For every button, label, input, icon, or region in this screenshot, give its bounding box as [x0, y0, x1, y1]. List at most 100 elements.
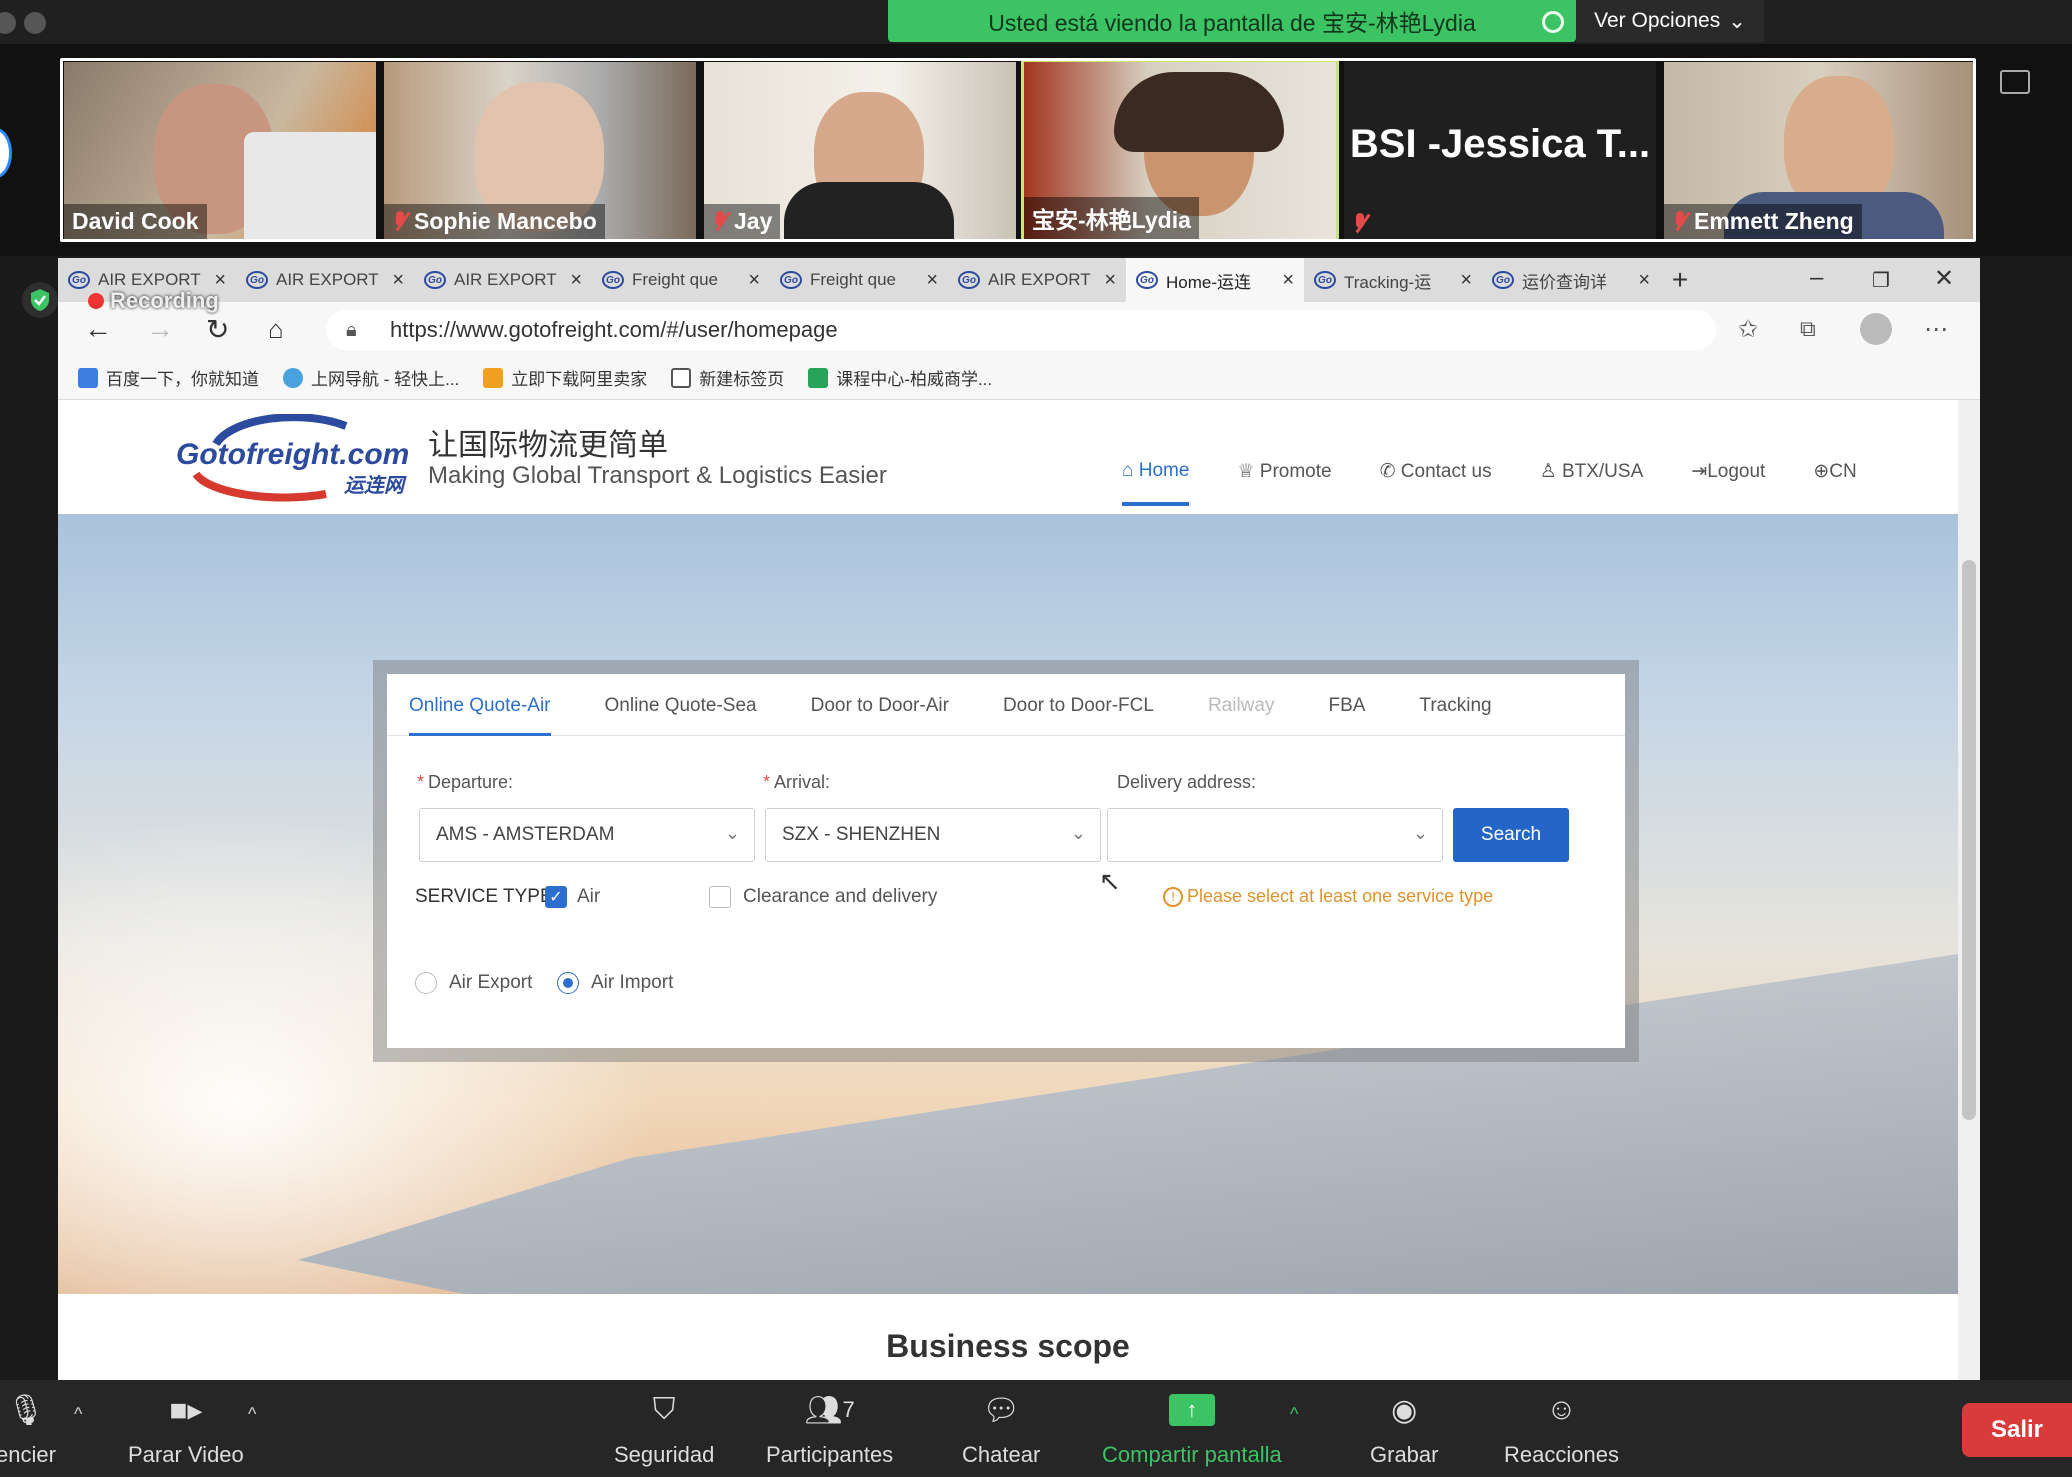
- close-icon[interactable]: ×: [1638, 269, 1650, 292]
- audio-options-caret-icon[interactable]: ^: [74, 1404, 82, 1425]
- browser-tab[interactable]: Go AIR EXPORT ×: [414, 258, 592, 302]
- reactions-button[interactable]: ☺ Reacciones: [1504, 1388, 1619, 1468]
- gotofreight-favicon-icon: Go: [1314, 271, 1336, 289]
- close-icon[interactable]: ×: [1460, 269, 1472, 292]
- favorites-list-icon[interactable]: ✩: [1738, 315, 1758, 344]
- strip-border: [60, 58, 1976, 242]
- audio-label: encier: [0, 1442, 56, 1467]
- back-arrow-icon[interactable]: ←: [84, 313, 112, 345]
- logout-icon: ⇥: [1691, 461, 1708, 482]
- security-shield-icon[interactable]: [22, 282, 58, 318]
- bookmark-item[interactable]: 百度一下，你就知道: [78, 365, 259, 390]
- nav-logout[interactable]: ⇥Logout: [1691, 460, 1765, 506]
- close-icon[interactable]: ×: [1104, 269, 1116, 292]
- baidu-paw-icon: [78, 367, 98, 388]
- chevron-down-icon: ⌄: [1728, 9, 1746, 33]
- new-tab-plus-icon[interactable]: +: [1660, 258, 1700, 302]
- home-icon[interactable]: ⌂: [268, 314, 284, 345]
- bookmark-label: 课程中心-柏威商学...: [836, 370, 993, 389]
- layout-toggle-icon[interactable]: [2000, 70, 2030, 94]
- browser-tab-active[interactable]: Go Home-运连 ×: [1126, 258, 1304, 302]
- browser-tab[interactable]: Go Freight que ×: [592, 258, 770, 302]
- browser-tab[interactable]: Go Freight que ×: [770, 258, 948, 302]
- close-icon[interactable]: ×: [748, 269, 760, 292]
- view-options-button[interactable]: Ver Opciones ⌄: [1576, 0, 1764, 42]
- browser-tab[interactable]: Go AIR EXPORT ×: [948, 258, 1126, 302]
- close-icon[interactable]: ×: [926, 269, 938, 292]
- bookmark-item[interactable]: 课程中心-柏威商学...: [808, 365, 992, 390]
- browser-tab[interactable]: Go 运价查询详 ×: [1482, 258, 1660, 302]
- record-button[interactable]: ◉ Grabar: [1370, 1388, 1438, 1468]
- tab-door-to-door-air[interactable]: Door to Door-Air: [811, 674, 949, 736]
- address-bar[interactable]: 🔒︎ https://www.gotofreight.com/#/user/ho…: [326, 310, 1716, 350]
- slogan-cn: 让国际物流更简单: [428, 429, 668, 462]
- nav-label: BTX/USA: [1561, 461, 1644, 482]
- forward-arrow-icon[interactable]: →: [146, 313, 174, 345]
- scrollbar-thumb[interactable]: [1962, 560, 1976, 1120]
- more-menu-icon[interactable]: ⋯: [1924, 315, 1948, 344]
- bookmark-item[interactable]: 上网导航 - 轻快上...: [283, 365, 459, 390]
- browser-window: Go AIR EXPORT × Go AIR EXPORT × Go AIR EXPORT…: [58, 258, 1980, 1380]
- nav-home[interactable]: ⌂ Home: [1122, 460, 1190, 506]
- delivery-address-label: Delivery address:: [1117, 772, 1257, 792]
- bookmark-item[interactable]: 新建标签页: [671, 365, 784, 390]
- security-button[interactable]: ⛉ Seguridad: [614, 1388, 714, 1468]
- close-icon[interactable]: ×: [570, 269, 582, 292]
- chat-button[interactable]: 💬︎ Chatear: [962, 1388, 1040, 1468]
- air-export-radio[interactable]: [415, 972, 437, 994]
- leave-button[interactable]: Salir: [1962, 1403, 2072, 1457]
- delivery-address-select[interactable]: ⌄: [1107, 808, 1443, 862]
- window-control-dot[interactable]: [24, 12, 46, 34]
- nav-contact-us[interactable]: ✆ Contact us: [1380, 460, 1492, 506]
- nav-promote[interactable]: ♕ Promote: [1237, 460, 1331, 506]
- air-import-radio[interactable]: [557, 972, 579, 994]
- gotofreight-logo[interactable]: Gotofreight.com 运连网: [176, 413, 416, 504]
- bookmark-label: 新建标签页: [699, 370, 785, 389]
- search-button[interactable]: Search: [1453, 808, 1569, 862]
- new-tab-page-icon: [671, 367, 692, 388]
- browser-tab[interactable]: Go AIR EXPORT ×: [236, 258, 414, 302]
- nav-account[interactable]: ♙ BTX/USA: [1540, 460, 1644, 506]
- tab-title: AIR EXPORT: [988, 270, 1091, 289]
- reload-icon[interactable]: ↻: [206, 313, 229, 346]
- security-label: Seguridad: [614, 1442, 715, 1467]
- browser-tab[interactable]: Go Tracking-运 ×: [1304, 258, 1482, 302]
- close-icon[interactable]: ×: [1282, 269, 1294, 292]
- restore-icon[interactable]: ❐: [1872, 268, 1890, 293]
- audio-button[interactable]: 🎙︎ encier: [0, 1388, 56, 1468]
- tab-tracking[interactable]: Tracking: [1419, 674, 1491, 736]
- tab-fba[interactable]: FBA: [1328, 674, 1365, 736]
- nav-language[interactable]: ⊕CN: [1813, 460, 1856, 506]
- tab-title: Home-运连: [1166, 272, 1252, 292]
- window-control-dot[interactable]: [0, 12, 16, 34]
- share-screen-button[interactable]: ↑ Compartir pantalla: [1102, 1388, 1282, 1468]
- departure-select[interactable]: AMS - AMSTERDAM ⌄: [419, 808, 755, 862]
- stop-video-button[interactable]: ■▸ Parar Video: [128, 1388, 244, 1468]
- tab-online-quote-sea[interactable]: Online Quote-Sea: [605, 674, 757, 736]
- close-icon[interactable]: ×: [392, 269, 404, 292]
- minimize-icon[interactable]: –: [1810, 264, 1823, 292]
- collections-icon[interactable]: ⧉: [1800, 316, 1816, 342]
- mouse-cursor-icon: ↖: [1099, 866, 1121, 896]
- lock-icon: 🔒︎: [346, 318, 357, 341]
- trophy-icon: ♕: [1237, 461, 1255, 482]
- phone-icon: ✆: [1379, 461, 1396, 482]
- share-options-caret-icon[interactable]: ^: [1290, 1404, 1298, 1425]
- air-checkbox[interactable]: ✓: [545, 886, 567, 908]
- gotofreight-favicon-icon: Go: [68, 271, 90, 289]
- close-window-icon[interactable]: ✕: [1934, 264, 1954, 293]
- clearance-delivery-checkbox[interactable]: [709, 886, 731, 908]
- arrival-select[interactable]: SZX - SHENZHEN ⌄: [765, 808, 1101, 862]
- tab-railway: Railway: [1207, 695, 1275, 716]
- tab-door-to-door-fcl[interactable]: Door to Door-FCL: [1003, 674, 1154, 736]
- participants-button[interactable]: 👥︎ 7 Participantes: [766, 1388, 893, 1468]
- profile-avatar-icon[interactable]: [1860, 313, 1892, 345]
- page-scrollbar[interactable]: [1958, 400, 1980, 1380]
- nav-label: CN: [1829, 461, 1857, 482]
- nav-label: Logout: [1707, 461, 1766, 482]
- video-options-caret-icon[interactable]: ^: [248, 1404, 256, 1425]
- record-label: Grabar: [1370, 1442, 1439, 1467]
- bookmark-item[interactable]: 立即下载阿里卖家: [483, 365, 647, 390]
- tab-title: AIR EXPORT: [454, 270, 557, 289]
- tab-online-quote-air[interactable]: Online Quote-Air: [409, 674, 551, 736]
